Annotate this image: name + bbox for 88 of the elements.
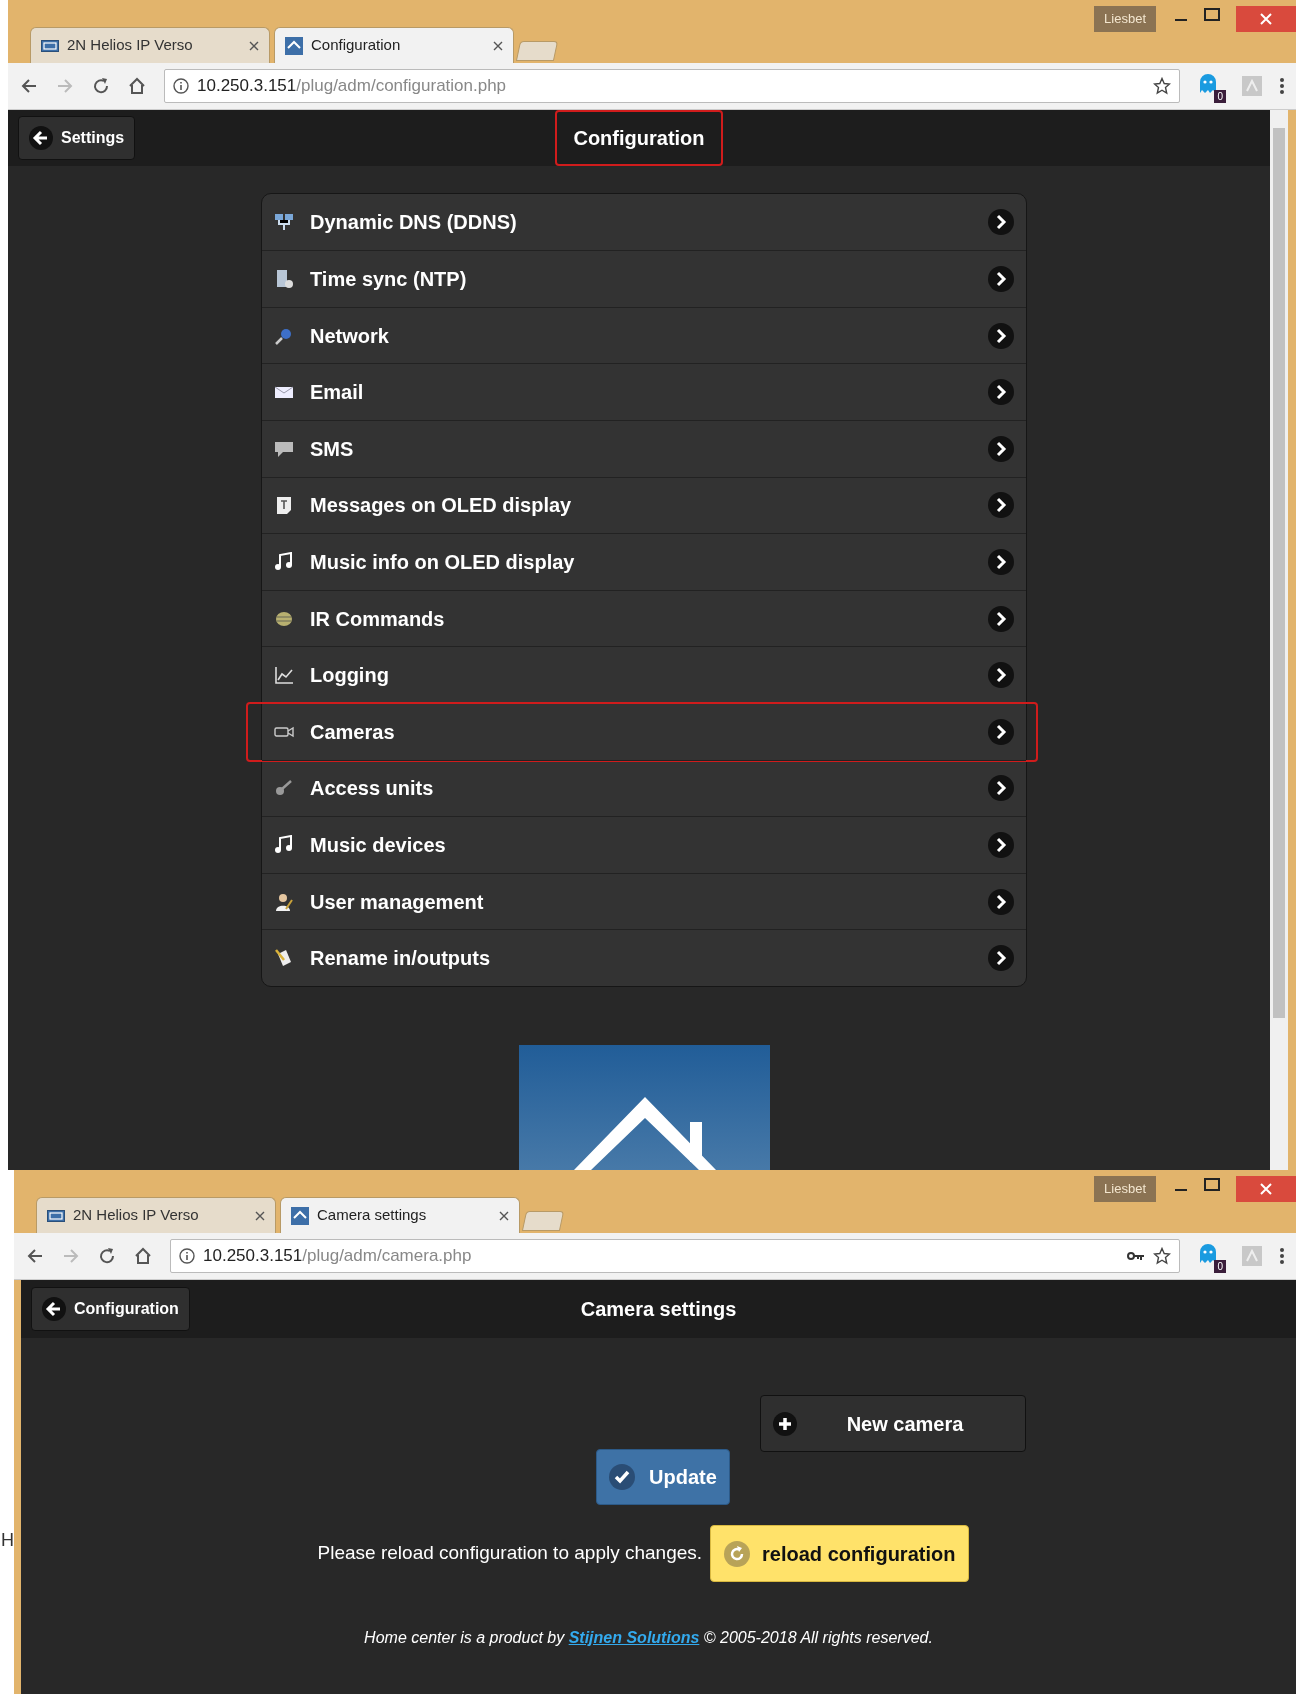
menu-item[interactable]: Time sync (NTP) [262,250,1026,307]
browser-tab[interactable]: 2N Helios IP Verso [36,1197,276,1233]
back-button[interactable]: Settings [18,115,136,160]
address-bar[interactable]: 10.250.3.151/plug/adm/configuration.php [164,69,1180,103]
close-icon[interactable] [499,1210,509,1221]
reload-icon [724,1540,751,1567]
chevron-right-icon [988,662,1014,689]
chevron-right-icon [988,775,1014,802]
close-icon [1260,13,1272,25]
profile-name[interactable]: Liesbet [1094,1176,1156,1202]
profile-name[interactable]: Liesbet [1094,6,1156,32]
back-button[interactable]: Configuration [31,1287,190,1331]
home-icon[interactable] [134,1247,152,1265]
text-document-icon [274,495,294,516]
pencil-paper-icon [274,948,294,969]
ghost-icon [1198,1243,1218,1265]
reload-configuration-button[interactable]: reload configuration [710,1525,970,1582]
user-icon [274,891,294,912]
menu-item[interactable]: IR Commands [262,589,1026,647]
menu-icon[interactable] [1280,77,1284,95]
chevron-right-icon [988,832,1014,858]
chevron-right-icon [988,888,1014,915]
menu-item[interactable]: Cameras [262,703,1026,760]
info-icon [173,78,189,94]
star-icon[interactable] [1153,77,1171,95]
menu-item[interactable]: Rename in/outputs [262,929,1026,986]
line-chart-icon [274,665,294,686]
home-icon[interactable] [128,77,146,95]
menu-item[interactable]: Email [262,363,1026,421]
music-note-icon [274,552,294,573]
brand-logo-icon [47,1209,65,1222]
browser-tab[interactable]: 2N Helios IP Verso [30,27,270,63]
chevron-right-icon [988,718,1014,745]
server-clock-icon [274,269,294,290]
chevron-right-icon [988,209,1014,235]
browser-tab[interactable]: Configuration [274,27,514,63]
page-title: Camera settings [579,1297,738,1322]
close-icon[interactable] [249,40,259,51]
ghost-icon [1198,73,1218,95]
close-icon [1260,1183,1272,1195]
back-icon[interactable] [26,1247,44,1265]
page-title: Configuration [555,110,723,166]
new-camera-button[interactable]: New camera [760,1395,1026,1452]
back-icon[interactable] [20,77,38,95]
address-bar[interactable]: 10.250.3.151/plug/adm/camera.php [170,1239,1180,1273]
close-window-button[interactable] [1236,6,1296,32]
menu-item[interactable]: User management [262,872,1026,930]
chevron-right-icon [988,945,1014,972]
menu-item[interactable]: Network [262,306,1026,364]
music-note-icon [274,835,294,855]
menu-item[interactable]: Logging [262,646,1026,704]
menu-item[interactable]: SMS [262,420,1026,477]
info-icon [179,1248,195,1264]
menu-item[interactable]: Music info on OLED display [262,533,1026,590]
update-button[interactable]: Update [596,1449,730,1505]
menu-item[interactable]: Dynamic DNS (DDNS) [262,193,1026,251]
menu-item[interactable]: Music devices [262,816,1026,873]
reload-icon[interactable] [98,1247,116,1265]
badge-count: 0 [1214,90,1226,103]
menu-item[interactable]: Access units [262,759,1026,817]
menu-icon[interactable] [1280,1247,1284,1265]
company-link[interactable]: Stijnen Solutions [568,1629,700,1646]
star-icon[interactable] [1153,1247,1171,1265]
badge-count: 0 [1214,1260,1226,1273]
browser-tab[interactable]: Camera settings [280,1197,520,1233]
close-icon[interactable] [493,40,503,51]
close-icon[interactable] [255,1210,265,1221]
chevron-right-icon [988,492,1014,519]
footer-text: Home center is a product by Stijnen Solutions © 2005-2018 All rights reserved. [363,1628,934,1648]
close-window-button[interactable] [1236,1176,1296,1202]
checkmark-icon [609,1464,635,1490]
house-icon [291,1206,309,1225]
reload-icon[interactable] [92,77,110,95]
scrollbar[interactable] [1270,110,1288,1170]
chevron-right-icon [988,435,1014,462]
partial-text: H [1,1530,14,1550]
chevron-right-icon [988,322,1014,349]
chevron-right-icon [988,549,1014,576]
chevron-right-icon [988,266,1014,293]
chevron-right-icon [988,379,1014,406]
reload-message: Please reload configuration to apply changes. [317,1541,703,1566]
chevron-right-icon [988,605,1014,632]
plus-icon [773,1411,797,1436]
network-computers-icon [274,212,294,232]
menu-item[interactable]: Messages on OLED display [262,476,1026,534]
house-icon [285,36,303,55]
key-icon[interactable] [1127,1250,1145,1262]
brand-logo-icon [41,39,59,52]
